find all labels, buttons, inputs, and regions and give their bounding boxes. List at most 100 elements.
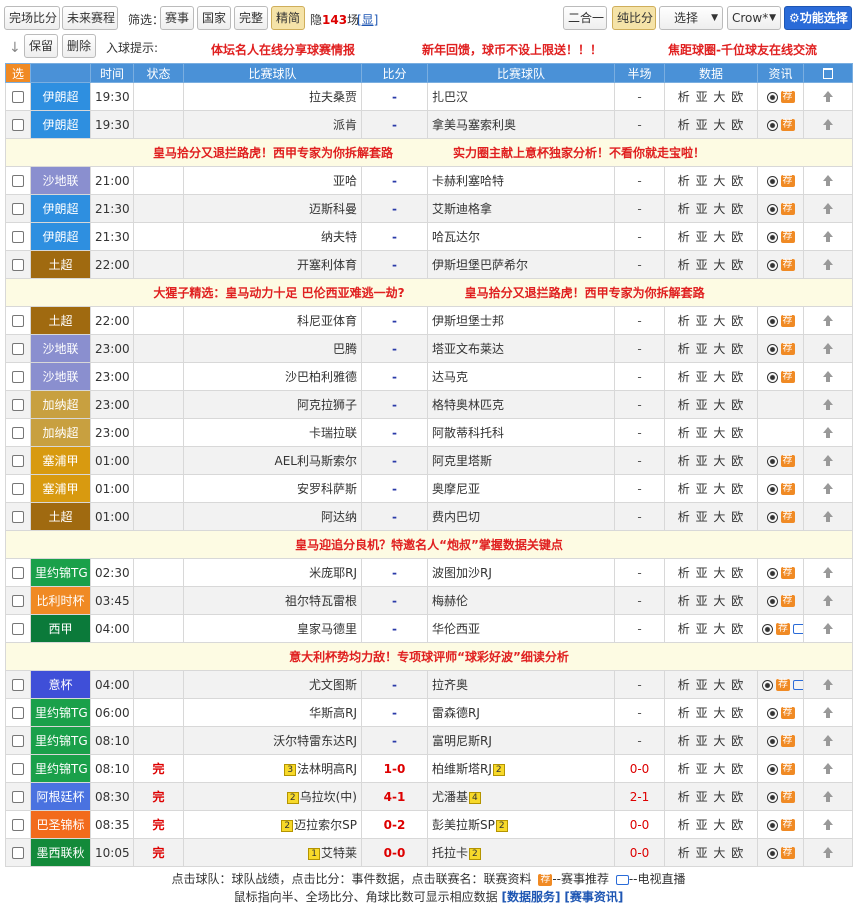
away-team[interactable]: 伊斯坦堡士邦 <box>427 306 615 335</box>
away-team-name[interactable]: 扎巴汉 <box>432 90 468 104</box>
top-cell[interactable] <box>803 390 853 419</box>
match-score[interactable]: - <box>361 698 428 727</box>
select-cell[interactable] <box>5 82 31 111</box>
arrow-up-icon[interactable] <box>823 455 833 466</box>
half-score[interactable]: 0-0 <box>614 810 665 839</box>
half-score[interactable]: - <box>614 502 665 531</box>
away-team[interactable]: 哈瓦达尔 <box>427 222 615 251</box>
half-score[interactable]: - <box>614 334 665 363</box>
ball-icon[interactable] <box>766 791 778 803</box>
away-team-name[interactable]: 波图加沙RJ <box>432 566 492 580</box>
select-checkbox[interactable] <box>12 175 24 187</box>
away-team-name[interactable]: 伊斯坦堡士邦 <box>432 314 504 328</box>
away-team[interactable]: 波图加沙RJ <box>427 558 615 587</box>
data-links[interactable]: 析 亚 大 欧 <box>664 698 758 727</box>
home-team-name[interactable]: 法林明高RJ <box>297 762 357 776</box>
arrow-up-icon[interactable] <box>823 847 833 858</box>
select-checkbox[interactable] <box>12 455 24 467</box>
home-team-name[interactable]: 乌拉坎(中) <box>300 790 357 804</box>
arrow-up-icon[interactable] <box>823 791 833 802</box>
match-score[interactable]: - <box>361 726 428 755</box>
home-team[interactable]: 纳夫特 <box>183 222 362 251</box>
ball-icon[interactable] <box>766 343 778 355</box>
away-team-name[interactable]: 梅赫伦 <box>432 594 468 608</box>
match-score[interactable]: 0-0 <box>361 838 428 867</box>
select-checkbox[interactable] <box>12 707 24 719</box>
top-cell[interactable] <box>803 474 853 503</box>
home-team-name[interactable]: 派肯 <box>333 118 357 132</box>
crow-dropdown[interactable]: Crow* ▼ <box>727 6 781 30</box>
ball-icon[interactable] <box>766 455 778 467</box>
half-score[interactable]: - <box>614 390 665 419</box>
away-team-name[interactable]: 拿美马塞索利奥 <box>432 118 516 132</box>
jian-badge[interactable]: 荐 <box>780 259 795 271</box>
match-score[interactable]: 0-2 <box>361 810 428 839</box>
jian-badge[interactable]: 荐 <box>780 595 795 607</box>
top-cell[interactable] <box>803 446 853 475</box>
select-cell[interactable] <box>5 502 31 531</box>
data-links[interactable]: 析 亚 大 欧 <box>664 726 758 755</box>
data-links[interactable]: 析 亚 大 欧 <box>664 446 758 475</box>
jian-badge[interactable]: 荐 <box>780 315 795 327</box>
half-score[interactable]: - <box>614 306 665 335</box>
match-score[interactable]: - <box>361 194 428 223</box>
data-links[interactable]: 析 亚 大 欧 <box>664 334 758 363</box>
arrow-up-icon[interactable] <box>823 231 833 242</box>
promo-link[interactable]: 大猩子精选：皇马动力十足 巴伦西亚难逃一劫? <box>153 284 404 301</box>
function-select-button[interactable]: ⚙功能选择 <box>784 6 852 30</box>
home-team-name[interactable]: 科尼亚体育 <box>297 314 357 328</box>
jian-badge[interactable]: 荐 <box>780 707 795 719</box>
top-cell[interactable] <box>803 810 853 839</box>
match-info-link[interactable]: [赛事资讯] <box>564 890 623 904</box>
data-links[interactable]: 析 亚 大 欧 <box>664 194 758 223</box>
league-name[interactable]: 里约锦TG <box>30 754 91 783</box>
home-team-name[interactable]: 沙巴柏利雅德 <box>285 370 357 384</box>
away-team-name[interactable]: 拉齐奥 <box>432 678 468 692</box>
ball-icon[interactable] <box>766 483 778 495</box>
jian-badge[interactable]: 荐 <box>780 91 795 103</box>
home-team[interactable]: 2 迈拉索尔SP <box>183 810 362 839</box>
data-links[interactable]: 析 亚 大 欧 <box>664 306 758 335</box>
league-name[interactable]: 沙地联 <box>30 362 91 391</box>
away-team-name[interactable]: 塔亚文布莱达 <box>432 342 504 356</box>
home-team[interactable]: 阿达纳 <box>183 502 362 531</box>
data-links[interactable]: 析 亚 大 欧 <box>664 250 758 279</box>
match-score[interactable]: - <box>361 250 428 279</box>
match-score[interactable]: - <box>361 166 428 195</box>
jian-badge[interactable]: 荐 <box>776 679 790 691</box>
match-score[interactable]: 4-1 <box>361 782 428 811</box>
top-cell[interactable] <box>803 586 853 615</box>
jian-badge[interactable]: 荐 <box>780 343 795 355</box>
league-name[interactable]: 里约锦TG <box>30 558 91 587</box>
ball-icon[interactable] <box>762 623 773 635</box>
top-cell[interactable] <box>803 194 853 223</box>
select-cell[interactable] <box>5 362 31 391</box>
jian-badge[interactable]: 荐 <box>780 203 795 215</box>
promo-link[interactable]: 皇马迎追分良机？特邀名人“炮叔”掌握数据关键点 <box>295 536 563 553</box>
league-name[interactable]: 沙地联 <box>30 334 91 363</box>
home-team-name[interactable]: 艾特莱 <box>321 846 357 860</box>
arrow-up-icon[interactable] <box>823 819 833 830</box>
top-cell[interactable] <box>803 82 853 111</box>
league-name[interactable]: 塞浦甲 <box>30 446 91 475</box>
select-checkbox[interactable] <box>12 427 24 439</box>
select-cell[interactable] <box>5 726 31 755</box>
select-checkbox[interactable] <box>12 511 24 523</box>
select-checkbox[interactable] <box>12 483 24 495</box>
away-team[interactable]: 华伦西亚 <box>427 614 615 643</box>
away-team-name[interactable]: 奥摩尼亚 <box>432 482 480 496</box>
home-team[interactable]: 科尼亚体育 <box>183 306 362 335</box>
data-links[interactable]: 析 亚 大 欧 <box>664 110 758 139</box>
away-team-name[interactable]: 哈瓦达尔 <box>432 230 480 244</box>
select-cell[interactable] <box>5 334 31 363</box>
pure-score-button[interactable]: 纯比分 <box>612 6 656 30</box>
match-score[interactable]: - <box>361 502 428 531</box>
home-team[interactable]: 阿克拉狮子 <box>183 390 362 419</box>
home-team[interactable]: 拉夫桑贾 <box>183 82 362 111</box>
away-team-name[interactable]: 伊斯坦堡巴萨希尔 <box>432 258 528 272</box>
home-team-name[interactable]: 巴腾 <box>333 342 357 356</box>
jian-badge[interactable]: 荐 <box>780 119 795 131</box>
select-cell[interactable] <box>5 418 31 447</box>
home-team-name[interactable]: 阿达纳 <box>321 510 357 524</box>
half-score[interactable]: - <box>614 166 665 195</box>
